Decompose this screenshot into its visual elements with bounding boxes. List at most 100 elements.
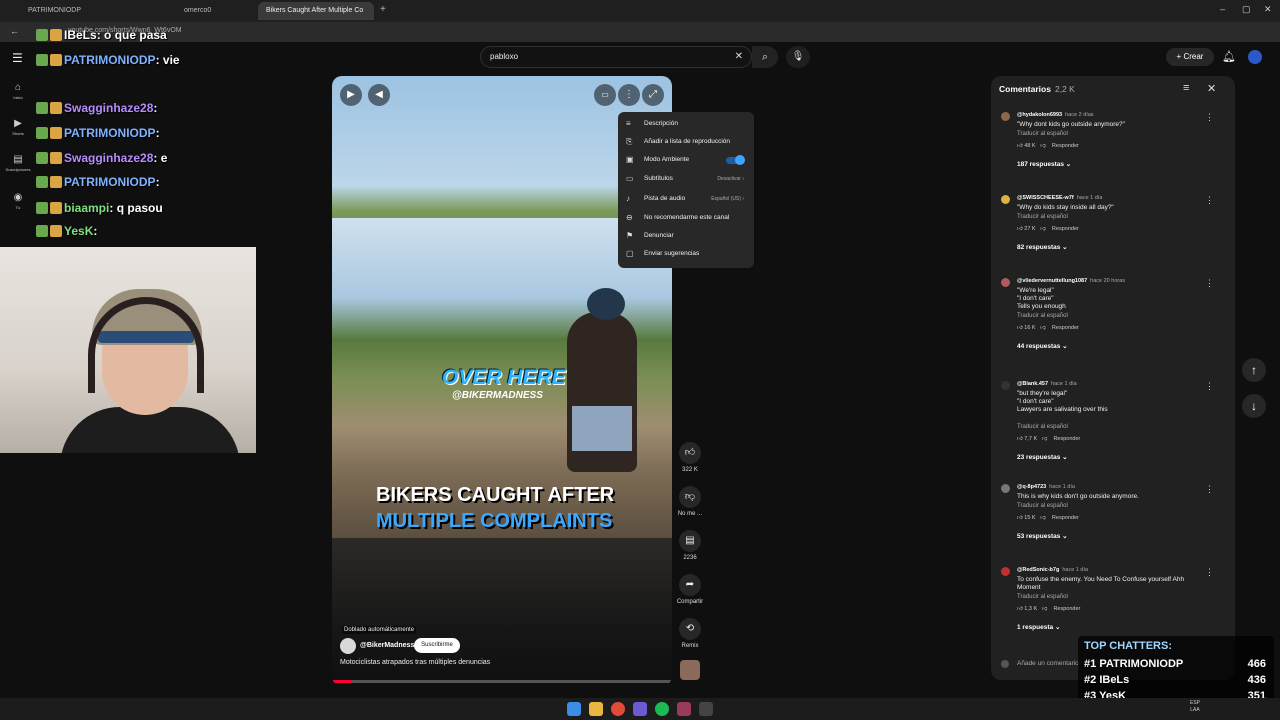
like-icon[interactable]: 👍︎ [1017, 226, 1023, 232]
comment-more-icon[interactable]: ⋮ [1205, 567, 1214, 578]
add-comment-input[interactable]: Añade un comentario [1017, 660, 1079, 667]
menu-item-subtitles[interactable]: ▭ Subtítulos Desactivar › [618, 170, 754, 188]
dislike-icon[interactable]: 👎︎ [1042, 436, 1048, 442]
menu-item-ambient[interactable]: ▣ Modo Ambiente [618, 151, 754, 169]
play-icon[interactable]: ▶ [340, 84, 362, 106]
sort-icon[interactable]: ≡ [1183, 82, 1189, 94]
back-icon[interactable]: ← [10, 26, 19, 36]
sound-thumbnail[interactable] [680, 660, 700, 680]
clear-search-icon[interactable]: ✕ [735, 51, 743, 62]
replies-toggle[interactable]: 53 respuestas ⌄ [1017, 532, 1068, 540]
dislike-icon[interactable]: 👎︎ [1040, 515, 1046, 521]
channel-name[interactable]: @BikerMadness [360, 642, 414, 649]
menu-icon[interactable]: ☰ [12, 51, 23, 65]
chrome-icon[interactable] [611, 702, 625, 716]
reply-button[interactable]: Responder [1053, 606, 1080, 612]
replies-toggle[interactable]: 44 respuestas ⌄ [1017, 342, 1068, 350]
dislike-icon[interactable]: 👎︎ [1042, 606, 1048, 612]
replies-toggle[interactable]: 82 respuestas ⌄ [1017, 243, 1068, 251]
more-options-icon[interactable]: ⋮ [618, 84, 640, 106]
comment-avatar[interactable] [1001, 567, 1010, 576]
comment-button[interactable]: ▤ 2236 [676, 530, 704, 561]
comment-avatar[interactable] [1001, 278, 1010, 287]
captions-icon[interactable]: ▭ [594, 84, 616, 106]
comment-author[interactable]: @hydakolon6993 hace 2 días [1017, 112, 1094, 118]
minimize-button[interactable]: – [1220, 4, 1225, 14]
reply-button[interactable]: Responder [1052, 143, 1079, 149]
comment-author[interactable]: @RedSonic-b7g hace 1 día [1017, 567, 1088, 573]
like-icon[interactable]: 👍︎ [1017, 325, 1023, 331]
menu-item-not-recommend[interactable]: ⊖ No recomendarme este canal [618, 209, 754, 227]
video-progress-bar[interactable] [332, 680, 672, 683]
remix-button[interactable]: ⟲ Remix [676, 618, 704, 649]
translate-link[interactable]: Traducir al español [1017, 313, 1068, 319]
comment-avatar[interactable] [1001, 484, 1010, 493]
comment-avatar[interactable] [1001, 381, 1010, 390]
dislike-icon[interactable]: 👎︎ [1040, 325, 1046, 331]
side-nav-home[interactable]: ⌂ Inicio [0, 82, 36, 100]
search-icon[interactable]: ⌕ [752, 46, 778, 68]
reply-button[interactable]: Responder [1052, 226, 1079, 232]
discord-icon[interactable] [633, 702, 647, 716]
comment-author[interactable]: @q-8p4723 hace 1 día [1017, 484, 1075, 490]
menu-item-add-playlist[interactable]: ⎘ Añadir a lista de reproducción [618, 133, 754, 151]
browser-tab-active[interactable]: Bikers Caught After Multiple Co [258, 2, 374, 20]
side-nav-shorts[interactable]: ▶ Shorts [0, 118, 36, 136]
maximize-button[interactable]: ▢ [1242, 4, 1251, 15]
menu-item-audio-track[interactable]: ♪ Pista de audio Español (US) › [618, 190, 754, 208]
replies-toggle[interactable]: 187 respuestas ⌄ [1017, 160, 1071, 168]
spotify-icon[interactable] [655, 702, 669, 716]
translate-link[interactable]: Traducir al español [1017, 131, 1068, 137]
new-tab-button[interactable]: + [378, 2, 392, 20]
menu-item-description[interactable]: ≡ Descripción [618, 115, 754, 133]
dislike-icon[interactable]: 👎︎ [1040, 143, 1046, 149]
avatar[interactable] [1248, 50, 1262, 64]
comment-author[interactable]: @Blank.457 hace 1 día [1017, 381, 1077, 387]
previous-short-button[interactable]: ↑ [1242, 358, 1266, 382]
replies-toggle[interactable]: 23 respuestas ⌄ [1017, 453, 1068, 461]
reply-button[interactable]: Responder [1052, 515, 1079, 521]
share-button[interactable]: ➦ Compartir [676, 574, 704, 605]
create-button[interactable]: + Crear [1166, 48, 1214, 66]
like-icon[interactable]: 👍︎ [1017, 143, 1023, 149]
translate-link[interactable]: Traducir al español [1017, 594, 1068, 600]
video-title[interactable]: Motociclistas atrapados tras múltiples d… [340, 659, 490, 666]
obs-icon[interactable] [677, 702, 691, 716]
browser-tab[interactable]: PATRIMONIODP [20, 2, 170, 20]
next-short-button[interactable]: ↓ [1242, 394, 1266, 418]
fullscreen-icon[interactable]: ⤢ [642, 84, 664, 106]
search-box[interactable]: pabloxo ✕ [480, 46, 752, 68]
translate-link[interactable]: Traducir al español [1017, 503, 1068, 509]
comment-author[interactable]: @vliedervernuttellung1087 hace 20 horas [1017, 278, 1125, 284]
dislike-button[interactable]: 👎︎ No me ... [676, 486, 704, 517]
menu-item-feedback[interactable]: ▢ Enviar sugerencias [618, 245, 754, 263]
comment-more-icon[interactable]: ⋮ [1205, 278, 1214, 289]
comment-avatar[interactable] [1001, 195, 1010, 204]
volume-icon[interactable]: ◀︎ [368, 84, 390, 106]
comment-more-icon[interactable]: ⋮ [1205, 381, 1214, 392]
dislike-icon[interactable]: 👎︎ [1040, 226, 1046, 232]
mic-icon[interactable]: 🎙︎ [786, 46, 810, 68]
bell-icon[interactable]: 🔔︎ [1222, 50, 1236, 63]
subscribe-button[interactable]: Suscribirme [414, 638, 460, 653]
like-button[interactable]: 👍︎ 322 K [676, 442, 704, 473]
comment-more-icon[interactable]: ⋮ [1205, 195, 1214, 206]
like-icon[interactable]: 👍︎ [1017, 515, 1023, 521]
file-explorer-icon[interactable] [589, 702, 603, 716]
translate-link[interactable]: Traducir al español [1017, 214, 1068, 220]
language-indicator[interactable]: ESP LAA [1190, 700, 1200, 714]
close-icon[interactable]: ✕ [1207, 82, 1216, 95]
ambient-toggle[interactable] [726, 155, 745, 165]
close-window-button[interactable]: ✕ [1264, 4, 1272, 15]
comment-avatar[interactable] [1001, 112, 1010, 121]
translate-link[interactable]: Traducir al español [1017, 424, 1068, 430]
start-icon[interactable] [567, 702, 581, 716]
side-nav-you[interactable]: ◉ Tú [0, 192, 36, 210]
like-icon[interactable]: 👍︎ [1017, 606, 1023, 612]
app-icon[interactable] [699, 702, 713, 716]
replies-toggle[interactable]: 1 respuesta ⌄ [1017, 623, 1060, 631]
comment-more-icon[interactable]: ⋮ [1205, 484, 1214, 495]
search-input[interactable]: pabloxo [490, 52, 518, 61]
comment-more-icon[interactable]: ⋮ [1205, 112, 1214, 123]
reply-button[interactable]: Responder [1052, 325, 1079, 331]
